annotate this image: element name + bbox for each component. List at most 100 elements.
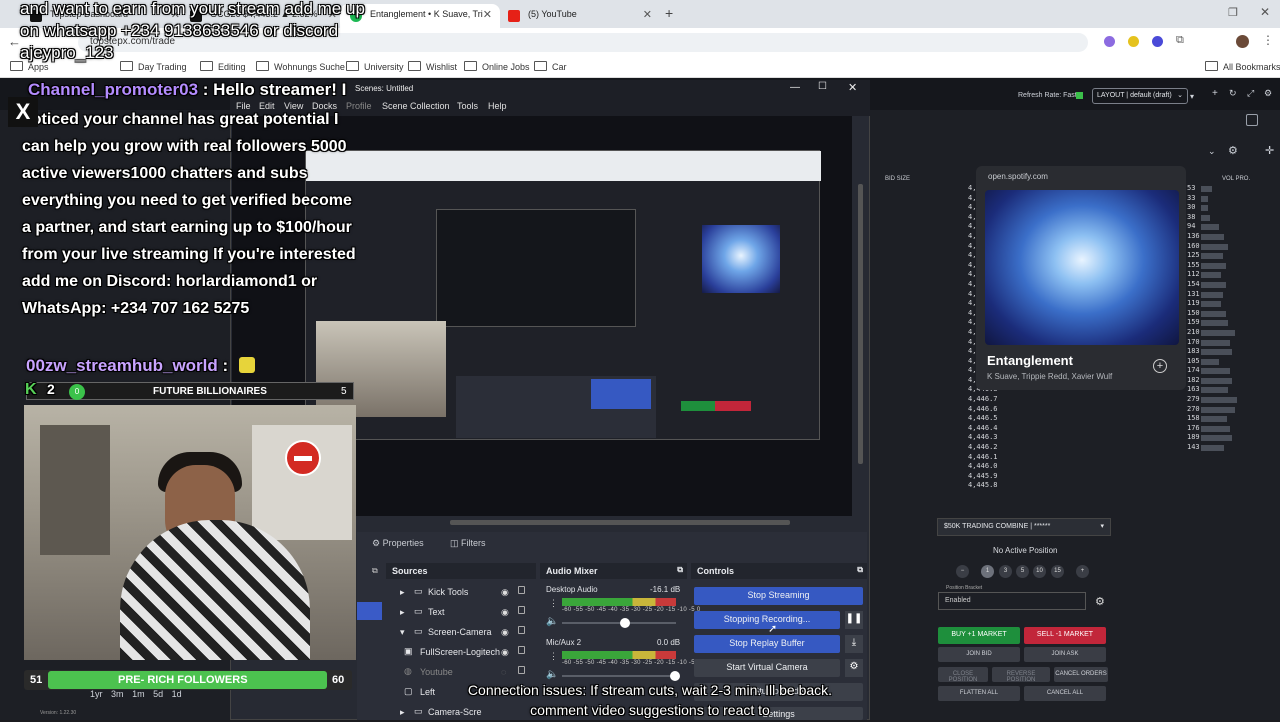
chevron-down-icon[interactable]: ▾ <box>1190 92 1194 101</box>
source-kick-tools[interactable]: ▸ ▭ Kick Tools ◉ <box>390 584 535 602</box>
chevron-down-icon[interactable]: ⌄ <box>1208 146 1216 157</box>
stop-streaming-button[interactable]: Stop Streaming <box>694 587 863 605</box>
price-level[interactable]: 4,446.5 <box>968 414 1028 424</box>
source-fullscreen-logitech[interactable]: ▣ FullScreen-Logitech ◉ <box>390 644 535 662</box>
price-level[interactable]: 4,446.0 <box>968 462 1028 472</box>
visibility-eye-icon[interactable]: ◉ <box>501 607 509 618</box>
add-to-library-icon[interactable]: + <box>1153 359 1167 373</box>
new-tab-icon[interactable]: + <box>665 5 673 21</box>
refresh-icon[interactable]: ↻ <box>1229 88 1237 99</box>
lock-icon[interactable] <box>518 586 525 594</box>
preview-scrollbar[interactable] <box>858 184 863 464</box>
bookmark-car[interactable]: Car <box>534 61 567 72</box>
kebab-icon[interactable]: ⋮ <box>549 651 558 662</box>
menu-scene-collection[interactable]: Scene Collection <box>382 101 450 111</box>
speaker-icon[interactable]: 🔈 <box>546 669 558 680</box>
tab-youtube[interactable]: (5) YouTube ✕ <box>498 4 660 28</box>
lock-icon[interactable] <box>518 606 525 614</box>
kebab-icon[interactable]: ⋮ <box>549 598 558 609</box>
volume-slider[interactable] <box>562 675 676 677</box>
qty-option[interactable]: 5 <box>1016 565 1029 578</box>
qty-option[interactable]: 10 <box>1033 565 1046 578</box>
bookmark-online-jobs[interactable]: Online Jobs <box>464 61 530 72</box>
volume-slider-handle[interactable] <box>620 618 630 628</box>
cancel-all-button[interactable]: CANCEL ALL <box>1024 686 1106 701</box>
expand-icon[interactable]: ▸ <box>400 707 405 718</box>
collapse-icon[interactable]: ▾ <box>400 627 405 638</box>
timeframe-5d[interactable]: 5d <box>153 689 163 699</box>
account-select[interactable]: $50K TRADING COMBINE | ****** ▾ <box>937 518 1111 536</box>
start-virtual-camera-button[interactable]: Start Virtual Camera <box>694 659 840 677</box>
menu-kebab-icon[interactable]: ⋮ <box>1262 33 1274 47</box>
join-ask-button[interactable]: JOIN ASK <box>1024 647 1106 662</box>
timeframe-3m[interactable]: 3m <box>111 689 124 699</box>
close-tab-icon[interactable]: ✕ <box>643 8 652 21</box>
extensions-puzzle-icon[interactable]: ⧉ <box>1176 34 1184 47</box>
lock-icon[interactable] <box>518 626 525 634</box>
expand-icon[interactable]: ▸ <box>400 607 405 618</box>
crosshair-icon[interactable]: ✛ <box>1265 144 1274 157</box>
price-level[interactable]: 4,445.8 <box>968 481 1028 491</box>
visibility-eye-icon[interactable]: ◉ <box>501 587 509 598</box>
source-screen-camera[interactable]: ▾ ▭ Screen-Camera ◉ <box>390 624 535 642</box>
settings-icon[interactable]: ⚙ <box>1264 88 1272 99</box>
dock-undock-icon[interactable]: ⧉ <box>677 565 683 575</box>
bookmark-wishlist[interactable]: Wishlist <box>408 61 457 72</box>
price-level[interactable]: 4,446.1 <box>968 453 1028 463</box>
extension-icon[interactable] <box>1104 36 1115 47</box>
maximize-icon[interactable]: ❐ <box>1228 6 1238 19</box>
save-replay-icon[interactable]: ⤓ <box>845 635 863 653</box>
lock-icon[interactable] <box>518 646 525 654</box>
close-icon[interactable]: ✕ <box>848 81 857 94</box>
cancel-orders-button[interactable]: CANCEL ORDERS <box>1054 667 1108 682</box>
sell-market-button[interactable]: SELL -1 MARKET <box>1024 627 1106 644</box>
close-window-icon[interactable]: ✕ <box>1260 5 1270 19</box>
gear-icon[interactable]: ⚙ <box>845 659 863 677</box>
volume-slider[interactable] <box>562 622 676 624</box>
extension-icon[interactable] <box>1128 36 1139 47</box>
speaker-icon[interactable]: 🔈 <box>546 616 558 627</box>
profile-avatar[interactable] <box>1236 35 1249 48</box>
expand-icon[interactable]: ▸ <box>400 587 405 598</box>
maximize-icon[interactable]: ☐ <box>818 81 827 92</box>
qty-option[interactable]: 15 <box>1051 565 1064 578</box>
increment-icon[interactable]: + <box>1076 565 1089 578</box>
hidden-eye-icon[interactable]: ◌ <box>501 667 506 677</box>
minimize-icon[interactable]: — <box>790 82 800 93</box>
gear-icon[interactable]: ⚙ <box>1228 144 1238 157</box>
visibility-eye-icon[interactable]: ◉ <box>501 627 509 638</box>
menu-help[interactable]: Help <box>488 101 507 111</box>
qty-option[interactable]: 1 <box>981 565 994 578</box>
stop-recording-button[interactable]: Stopping Recording... <box>694 611 840 629</box>
close-position-button[interactable]: CLOSE POSITION <box>938 667 988 683</box>
decrement-icon[interactable]: − <box>956 565 969 578</box>
add-icon[interactable]: + <box>1212 88 1218 99</box>
reverse-position-button[interactable]: REVERSE POSITION <box>992 667 1050 683</box>
properties-tab[interactable]: ⚙ Properties <box>372 538 438 554</box>
dock-undock-icon[interactable]: ⧉ <box>857 565 863 575</box>
all-bookmarks[interactable]: All Bookmarks <box>1205 61 1280 72</box>
expand-icon[interactable]: ⤢ <box>1247 88 1254 99</box>
price-level[interactable]: 4,446.4 <box>968 424 1028 434</box>
price-level[interactable]: 4,446.2 <box>968 443 1028 453</box>
price-level[interactable]: 4,446.7 <box>968 395 1028 405</box>
timeframe-1d[interactable]: 1d <box>172 689 182 699</box>
panel-icon[interactable] <box>1246 114 1258 126</box>
filters-tab[interactable]: ◫ Filters <box>450 538 500 554</box>
close-tab-icon[interactable]: ✕ <box>483 8 492 21</box>
join-bid-button[interactable]: JOIN BID <box>938 647 1020 662</box>
lock-icon[interactable] <box>518 666 525 674</box>
stop-replay-buffer-button[interactable]: Stop Replay Buffer <box>694 635 840 653</box>
extension-icon[interactable] <box>1152 36 1163 47</box>
gear-icon[interactable]: ⚙ <box>1095 595 1105 608</box>
timeframe-1yr[interactable]: 1yr <box>90 689 103 699</box>
menu-tools[interactable]: Tools <box>457 101 478 111</box>
visibility-eye-icon[interactable]: ◉ <box>501 647 509 658</box>
buy-market-button[interactable]: BUY +1 MARKET <box>938 627 1020 644</box>
preview-hscrollbar[interactable] <box>450 520 790 525</box>
flatten-all-button[interactable]: FLATTEN ALL <box>938 686 1020 701</box>
dock-undock-icon[interactable]: ⧉ <box>372 566 378 576</box>
pause-recording-icon[interactable]: ❚❚ <box>845 611 863 629</box>
price-level[interactable]: 4,446.6 <box>968 405 1028 415</box>
qty-option[interactable]: 3 <box>999 565 1012 578</box>
